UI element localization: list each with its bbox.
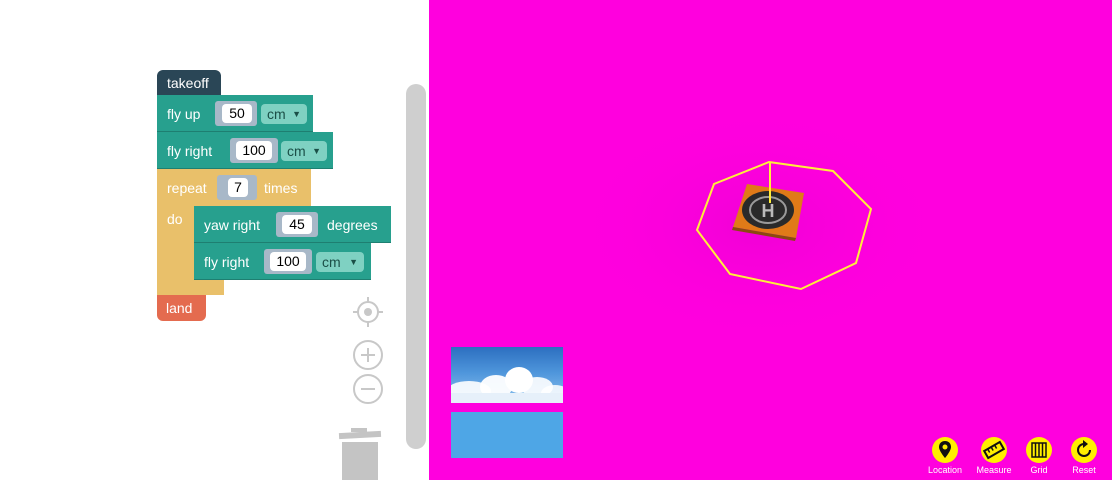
ruler-icon — [981, 437, 1007, 463]
grid-button[interactable]: Grid — [1014, 437, 1064, 477]
repeat-do-label: do — [167, 211, 183, 227]
measure-button[interactable]: Measure — [969, 437, 1019, 477]
simulator-viewport[interactable]: H — [429, 0, 1112, 480]
takeoff-block[interactable]: takeoff — [157, 70, 221, 97]
dropdown-arrow-icon: ▼ — [312, 146, 321, 156]
yaw-right-value-slot: 45 — [276, 212, 318, 237]
fly-right-label: fly right — [167, 143, 213, 159]
land-block[interactable]: land — [157, 295, 206, 321]
grid-icon — [1026, 437, 1052, 463]
svg-text:H: H — [762, 201, 775, 221]
repeat-label: repeat — [167, 180, 207, 196]
fly-up-label: fly up — [167, 106, 201, 122]
dropdown-arrow-icon: ▼ — [349, 257, 358, 267]
fly-right-unit-dropdown[interactable]: cm ▼ — [316, 252, 364, 272]
cloud-icon — [451, 367, 563, 403]
fly-right-value-field[interactable]: 100 — [236, 141, 272, 160]
fly-up-value-field[interactable]: 50 — [222, 104, 252, 123]
fly-right-value-slot: 100 — [230, 138, 278, 163]
block-workspace[interactable]: takeoff fly up 50 cm ▼ fly right 100 cm ▼ … — [0, 0, 429, 480]
repeat-block[interactable]: repeat 7 times do — [157, 169, 311, 227]
fly-right-unit: cm — [287, 143, 306, 159]
reset-icon — [1071, 437, 1097, 463]
grid-label: Grid — [1030, 465, 1048, 475]
yaw-right-value-field[interactable]: 45 — [282, 215, 312, 234]
fly-up-unit-dropdown[interactable]: cm ▼ — [261, 104, 307, 124]
solid-sky-thumbnail[interactable] — [451, 412, 563, 458]
location-button[interactable]: Location — [920, 437, 970, 477]
reset-button[interactable]: Reset — [1059, 437, 1109, 477]
dropdown-arrow-icon: ▼ — [292, 109, 301, 119]
reset-label: Reset — [1072, 465, 1096, 475]
takeoff-label: takeoff — [167, 75, 209, 91]
repeat-count-slot: 7 — [217, 175, 257, 200]
repeat-count-field[interactable]: 7 — [228, 178, 248, 197]
repeat-block-footer[interactable] — [157, 280, 224, 295]
fly-right-unit-dropdown[interactable]: cm ▼ — [281, 141, 327, 161]
zoom-in-icon[interactable] — [352, 339, 384, 371]
repeat-times-label: times — [264, 180, 298, 196]
measure-label: Measure — [976, 465, 1012, 475]
fly-right-label: fly right — [204, 254, 250, 270]
yaw-right-degrees-label: degrees — [327, 217, 378, 233]
yaw-right-block[interactable]: yaw right 45 degrees — [194, 206, 391, 243]
flight-scene: H — [569, 105, 949, 345]
trash-icon[interactable] — [338, 428, 382, 480]
fly-right-value-slot: 100 — [264, 249, 312, 274]
fly-up-block[interactable]: fly up 50 cm ▼ — [157, 95, 313, 132]
recenter-icon[interactable] — [352, 296, 384, 328]
fly-right-block-2[interactable]: fly right 100 cm ▼ — [194, 243, 371, 280]
fly-right-value-field[interactable]: 100 — [270, 252, 306, 271]
location-label: Location — [927, 465, 963, 475]
workspace-scrollbar[interactable] — [406, 84, 426, 449]
fly-right-block-1[interactable]: fly right 100 cm ▼ — [157, 132, 333, 169]
location-pin-icon — [932, 437, 958, 463]
fly-up-unit: cm — [267, 106, 286, 122]
zoom-out-icon[interactable] — [352, 373, 384, 405]
land-label: land — [166, 300, 193, 316]
yaw-right-label: yaw right — [204, 217, 261, 233]
skybox-thumbnail[interactable] — [451, 347, 563, 403]
fly-right-unit: cm — [322, 254, 341, 270]
fly-up-value-slot: 50 — [215, 101, 257, 126]
